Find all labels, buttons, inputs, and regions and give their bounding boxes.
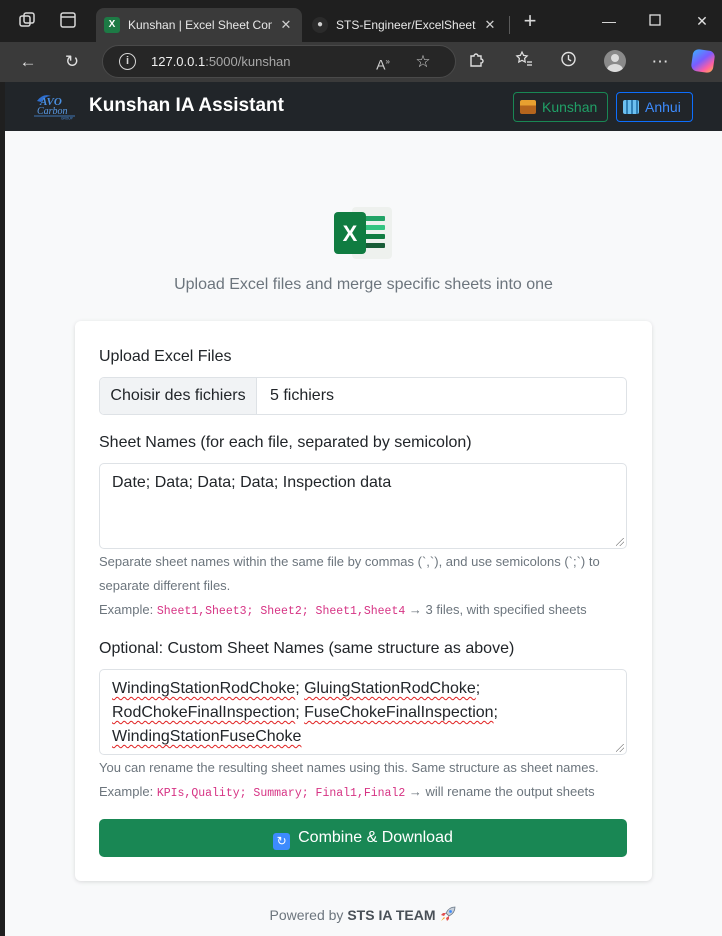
separator: ;: [475, 680, 481, 697]
company-logo[interactable]: AVO Carbon GROUP: [31, 92, 77, 121]
custom-names-line: WindingStationFuseChoke: [112, 725, 614, 749]
custom-name: GluingStationRodChoke: [304, 680, 476, 697]
brand-title[interactable]: Kunshan IA Assistant: [89, 95, 284, 117]
anhui-button-label: Anhui: [645, 99, 681, 115]
excel-icon: X: [332, 204, 394, 262]
sheet-names-help: Separate sheet names within the same fil…: [99, 550, 629, 624]
refresh-page-icon[interactable]: ↻: [60, 50, 84, 74]
tab-separator: [509, 16, 510, 34]
extensions-icon[interactable]: [464, 50, 488, 74]
help-line: Separate sheet names within the same fil…: [99, 554, 600, 569]
custom-names-textarea[interactable]: WindingStationRodChoke; GluingStationRod…: [99, 669, 627, 755]
tab-github[interactable]: ● STS-Engineer/ExcelSheetCo ✕: [304, 8, 506, 42]
site-info-icon[interactable]: i: [119, 53, 136, 70]
custom-names-line: WindingStationRodChoke; GluingStationRod…: [112, 677, 614, 701]
github-favicon-icon: ●: [312, 17, 328, 33]
address-bar[interactable]: i 127.0.0.1:5000/kunshan A» ☆: [102, 45, 456, 78]
page-subtitle: Upload Excel files and merge specific sh…: [174, 276, 553, 293]
page-viewport: AVO Carbon GROUP Kunshan IA Assistant Ku…: [5, 82, 722, 936]
read-aloud-icon[interactable]: A»: [373, 52, 393, 73]
close-tab-icon[interactable]: ✕: [278, 17, 294, 33]
favorites-icon[interactable]: [512, 50, 536, 74]
upload-label: Upload Excel Files: [99, 348, 232, 365]
separator: ;: [493, 704, 498, 721]
close-tab-icon[interactable]: ✕: [482, 17, 498, 33]
help-line: separate different files.: [99, 578, 231, 593]
copilot-icon[interactable]: [690, 48, 716, 74]
svg-text:X: X: [343, 221, 358, 246]
profile-avatar[interactable]: [604, 50, 626, 72]
combine-download-button[interactable]: ↻ Combine & Download: [99, 819, 627, 857]
custom-name: RodChokeFinalInspection: [112, 704, 296, 721]
custom-names-line: RodChokeFinalInspection; FuseChokeFinalI…: [112, 701, 614, 725]
excel-favicon-icon: X: [104, 17, 120, 33]
custom-names-help: You can rename the resulting sheet names…: [99, 756, 629, 806]
new-tab-icon[interactable]: +: [520, 10, 540, 32]
example-prefix: Example:: [99, 784, 157, 799]
resize-handle-icon[interactable]: [616, 744, 624, 752]
kunshan-button-label: Kunshan: [542, 99, 598, 115]
more-menu-icon[interactable]: ⋯: [648, 50, 672, 74]
maximize-icon[interactable]: [640, 10, 670, 32]
tab-title: STS-Engineer/ExcelSheetCo: [336, 18, 476, 32]
sheet-names-label: Sheet Names (for each file, separated by…: [99, 434, 472, 451]
submit-label: Combine & Download: [298, 829, 453, 846]
custom-names-example: Example: KPIs,Quality; Summary; Final1,F…: [99, 780, 629, 806]
separator: ;: [295, 704, 305, 721]
custom-name: WindingStationFuseChoke: [112, 728, 302, 745]
sheet-names-textarea[interactable]: Date; Data; Data; Data; Inspection data: [99, 463, 627, 549]
help-line: You can rename the resulting sheet names…: [99, 760, 599, 775]
sheet-names-example: Example: Sheet1,Sheet3; Sheet2; Sheet1,S…: [99, 598, 629, 624]
custom-names-label: Optional: Custom Sheet Names (same struc…: [99, 640, 515, 657]
minimize-icon[interactable]: —: [594, 10, 624, 32]
svg-text:GROUP: GROUP: [61, 117, 73, 121]
history-icon[interactable]: [556, 50, 580, 74]
anhui-button[interactable]: Anhui: [616, 92, 693, 122]
factory-icon: [520, 100, 536, 114]
logo-text: Carbon: [37, 106, 68, 117]
choose-files-button[interactable]: Choisir des fichiers: [100, 378, 257, 414]
tab-kunshan[interactable]: X Kunshan | Excel Sheet Comb ✕: [96, 8, 302, 42]
file-upload-input[interactable]: Choisir des fichiers 5 fichiers: [99, 377, 627, 415]
custom-name: WindingStationRodChoke: [112, 680, 296, 697]
office-building-icon: [623, 100, 639, 114]
address-url[interactable]: 127.0.0.1:5000/kunshan: [151, 54, 291, 69]
selected-files-count: 5 fichiers: [270, 387, 335, 404]
example-code: Sheet1,Sheet3; Sheet2; Sheet1,Sheet4: [156, 605, 406, 618]
url-host: 127.0.0.1: [151, 54, 206, 69]
example-code: KPIs,Quality; Summary; Final1,Final2: [156, 787, 406, 800]
tab-title: Kunshan | Excel Sheet Comb: [128, 18, 272, 32]
separator: ;: [295, 680, 305, 697]
custom-name: FuseChokeFinalInspection: [304, 704, 494, 721]
refresh-icon: ↻: [273, 833, 291, 850]
footer-team: STS IA TEAM: [347, 907, 436, 923]
kunshan-button[interactable]: Kunshan: [513, 92, 608, 122]
browser-tab-strip: X Kunshan | Excel Sheet Comb ✕ ● STS-Eng…: [0, 0, 722, 42]
example-suffix: → will rename the output sheets: [405, 784, 595, 799]
navbar: AVO Carbon GROUP Kunshan IA Assistant Ku…: [5, 82, 722, 131]
merge-form-card: Upload Excel Files Choisir des fichiers …: [75, 321, 652, 881]
example-suffix: → 3 files, with specified sheets: [405, 602, 587, 617]
workspaces-icon[interactable]: [17, 11, 37, 31]
footer-prefix: Powered by: [269, 907, 348, 923]
footer: Powered by STS IA TEAM: [5, 906, 722, 923]
favorite-star-icon[interactable]: ☆: [413, 52, 433, 72]
example-prefix: Example:: [99, 602, 157, 617]
close-window-icon[interactable]: ✕: [687, 10, 717, 32]
back-arrow-icon[interactable]: ←: [16, 50, 40, 74]
rocket-icon: [439, 906, 457, 922]
sheet-names-value: Date; Data; Data; Data; Inspection data: [112, 474, 392, 491]
url-path: :5000/kunshan: [205, 54, 291, 69]
resize-handle-icon[interactable]: [616, 538, 624, 546]
vertical-tabs-icon[interactable]: [58, 11, 78, 31]
